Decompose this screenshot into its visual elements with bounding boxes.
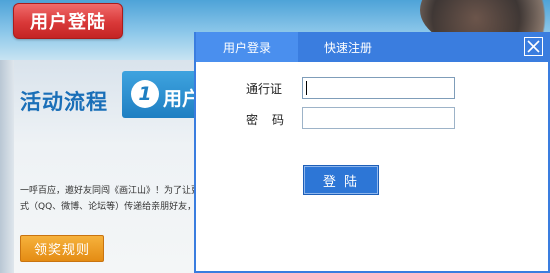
password-label: 密码 (246, 113, 299, 127)
account-input[interactable] (302, 77, 455, 99)
close-x-icon (527, 40, 540, 53)
login-submit-button[interactable]: 登 陆 (303, 165, 379, 195)
text-caret (306, 81, 307, 95)
account-label: 通行证 (246, 82, 283, 96)
tab-quick-register[interactable]: 快速注册 (298, 32, 398, 62)
reward-rules-button[interactable]: 领奖规则 (20, 235, 104, 262)
activity-flow-title: 活动流程 (20, 90, 108, 114)
tab-user-login[interactable]: 用户登录 (196, 32, 298, 62)
intro-line: 一呼百应，邀好友同闯《画江山》！为了让更 (20, 186, 195, 196)
dialog-header: 用户登录 快速注册 (196, 32, 548, 62)
close-button[interactable] (524, 37, 543, 56)
intro-line: 式（QQ、微博、论坛等）传递给亲朋好友， (20, 202, 195, 212)
intro-text: 一呼百应，邀好友同闯《画江山》！为了让更 式（QQ、微博、论坛等）传递给亲朋好友… (20, 183, 195, 215)
login-dialog: 用户登录 快速注册 通行证 密码 登 陆 (194, 32, 550, 273)
password-input[interactable] (302, 107, 455, 129)
content-border (0, 60, 14, 273)
user-login-button[interactable]: 用户登陆 (13, 3, 123, 39)
step-number-badge: 1 (131, 80, 159, 108)
